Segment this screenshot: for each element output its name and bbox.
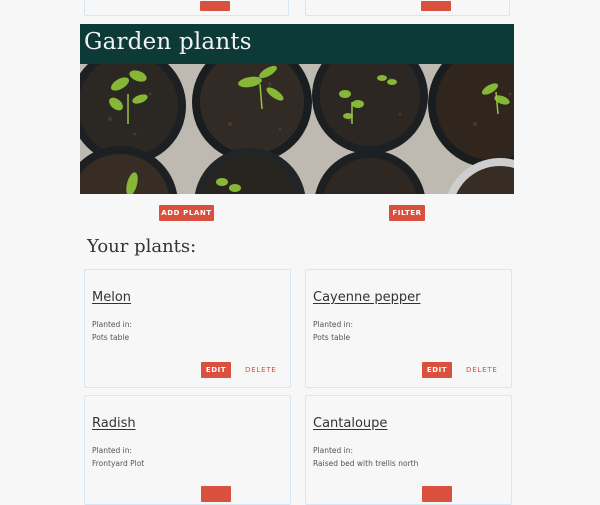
app-header: Garden plants	[80, 24, 514, 64]
add-plant-button[interactable]: ADD PLANT	[159, 205, 214, 221]
edit-button[interactable]: EDIT	[201, 362, 231, 378]
edit-button[interactable]	[200, 1, 230, 11]
plant-card: Radish Planted in: Frontyard Plot	[84, 395, 291, 505]
delete-button[interactable]: DELETE	[466, 362, 498, 378]
planted-in-label: Planted in:	[92, 320, 133, 329]
planted-in-label: Planted in:	[92, 446, 133, 455]
seedlings-illustration	[80, 64, 514, 194]
plant-card: Cayenne pepper Planted in: Pots table ED…	[305, 269, 512, 388]
hero-image	[80, 64, 514, 194]
plant-name[interactable]: Melon	[92, 290, 131, 305]
edit-button[interactable]	[201, 486, 231, 502]
plant-name[interactable]: Cayenne pepper	[313, 290, 420, 305]
plant-location: Pots table	[92, 333, 130, 342]
filter-button[interactable]: FILTER	[389, 205, 425, 221]
planted-in-label: Planted in:	[313, 320, 354, 329]
planted-in-label: Planted in:	[313, 446, 354, 455]
edit-button[interactable]: EDIT	[422, 362, 452, 378]
plant-name[interactable]: Radish	[92, 416, 136, 431]
edit-button[interactable]	[421, 1, 451, 11]
plant-location: Raised bed with trellis north	[313, 459, 419, 468]
plant-location: Pots table	[313, 333, 351, 342]
delete-button[interactable]: DELETE	[245, 362, 277, 378]
plant-card: Cantaloupe Planted in: Raised bed with t…	[305, 395, 512, 505]
plant-card-previous	[305, 0, 510, 16]
plant-name[interactable]: Cantaloupe	[313, 416, 387, 431]
plant-location: Frontyard Plot	[92, 459, 145, 468]
section-title: Your plants:	[87, 236, 197, 257]
plant-card-previous	[84, 0, 289, 16]
plant-card: Melon Planted in: Pots table EDIT DELETE	[84, 269, 291, 388]
page-title: Garden plants	[84, 29, 252, 55]
edit-button[interactable]	[422, 486, 452, 502]
